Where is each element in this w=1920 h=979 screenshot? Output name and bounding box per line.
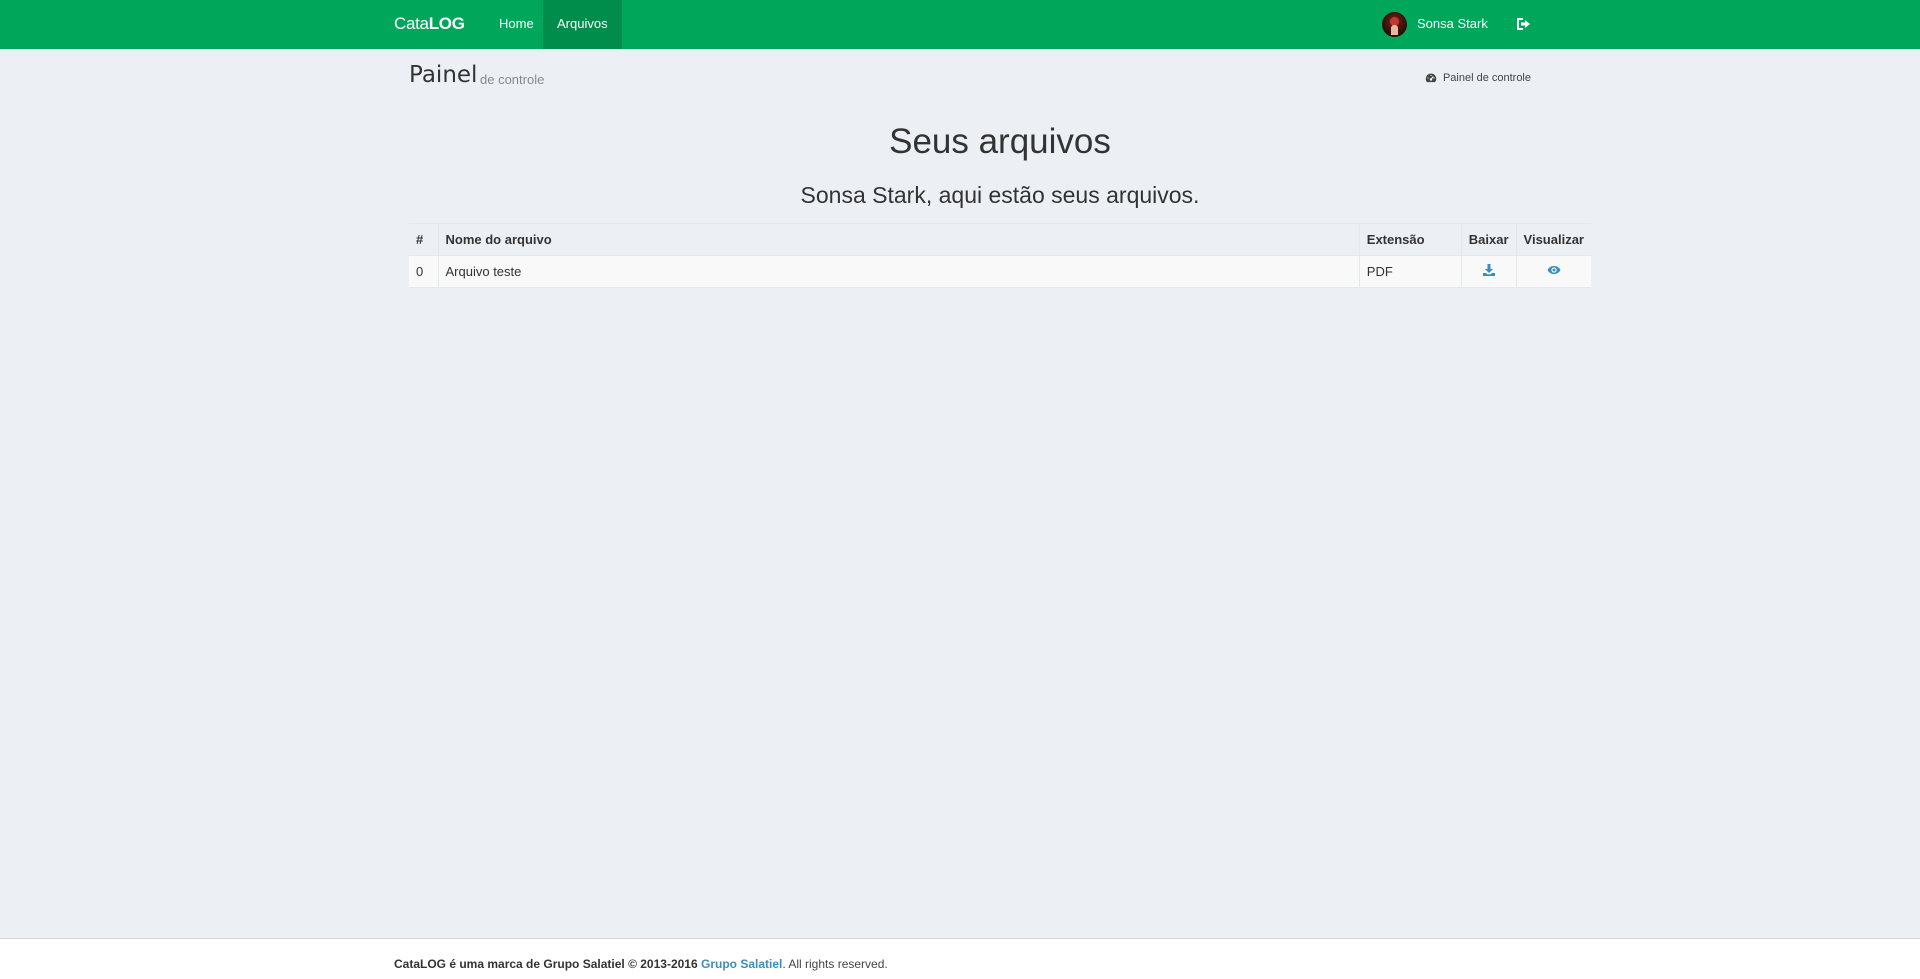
brand-light: Cata xyxy=(394,14,429,33)
table-header-row: # Nome do arquivo Extensão Baixar Visual… xyxy=(409,223,1591,256)
row-extension: PDF xyxy=(1358,255,1462,288)
files-table: # Nome do arquivo Extensão Baixar Visual… xyxy=(409,223,1591,288)
dashboard-icon xyxy=(1425,73,1437,83)
header-index: # xyxy=(409,223,438,256)
view-cell xyxy=(1515,255,1591,288)
footer: CataLOG é uma marca de Grupo Salatiel © … xyxy=(0,938,1920,979)
nav-home[interactable]: Home xyxy=(485,0,548,49)
footer-copyright: CataLOG é uma marca de Grupo Salatiel © … xyxy=(394,957,698,971)
row-index: 0 xyxy=(409,255,438,288)
table-row: 0 Arquivo teste PDF xyxy=(409,255,1591,288)
avatar xyxy=(1382,12,1407,37)
download-cell xyxy=(1460,255,1517,288)
row-file-name: Arquivo teste xyxy=(437,255,1360,288)
sign-out-icon[interactable] xyxy=(1516,16,1532,32)
header-view: Visualizar xyxy=(1515,223,1591,256)
page-subtitle: de controle xyxy=(480,72,545,87)
breadcrumb-label: Painel de controle xyxy=(1442,72,1531,84)
header-name: Nome do arquivo xyxy=(437,223,1360,256)
header-extension: Extensão xyxy=(1358,223,1462,256)
eye-icon[interactable] xyxy=(1547,263,1561,277)
footer-rights: . All rights reserved. xyxy=(782,957,888,971)
page-title: Painel xyxy=(409,62,478,88)
breadcrumb[interactable]: Painel de controle xyxy=(1425,72,1531,84)
download-icon[interactable] xyxy=(1482,263,1496,277)
files-title: Seus arquivos xyxy=(889,122,1111,161)
footer-link[interactable]: Grupo Salatiel xyxy=(701,957,782,971)
files-subtitle: Sonsa Stark, aqui estão seus arquivos. xyxy=(800,182,1200,208)
content-header: Painel de controle Painel de controle xyxy=(409,60,1531,100)
footer-text: CataLOG é uma marca de Grupo Salatiel © … xyxy=(394,957,888,971)
top-navbar: CataLOG Home Arquivos Sonsa Stark xyxy=(0,0,1920,49)
navbar-container: CataLOG Home Arquivos Sonsa Stark xyxy=(379,0,1541,49)
header-download: Baixar xyxy=(1460,223,1517,256)
nav-files[interactable]: Arquivos xyxy=(543,0,622,49)
user-name: Sonsa Stark xyxy=(1417,16,1488,31)
brand-logo[interactable]: CataLOG xyxy=(394,0,465,49)
brand-bold: LOG xyxy=(428,14,465,33)
